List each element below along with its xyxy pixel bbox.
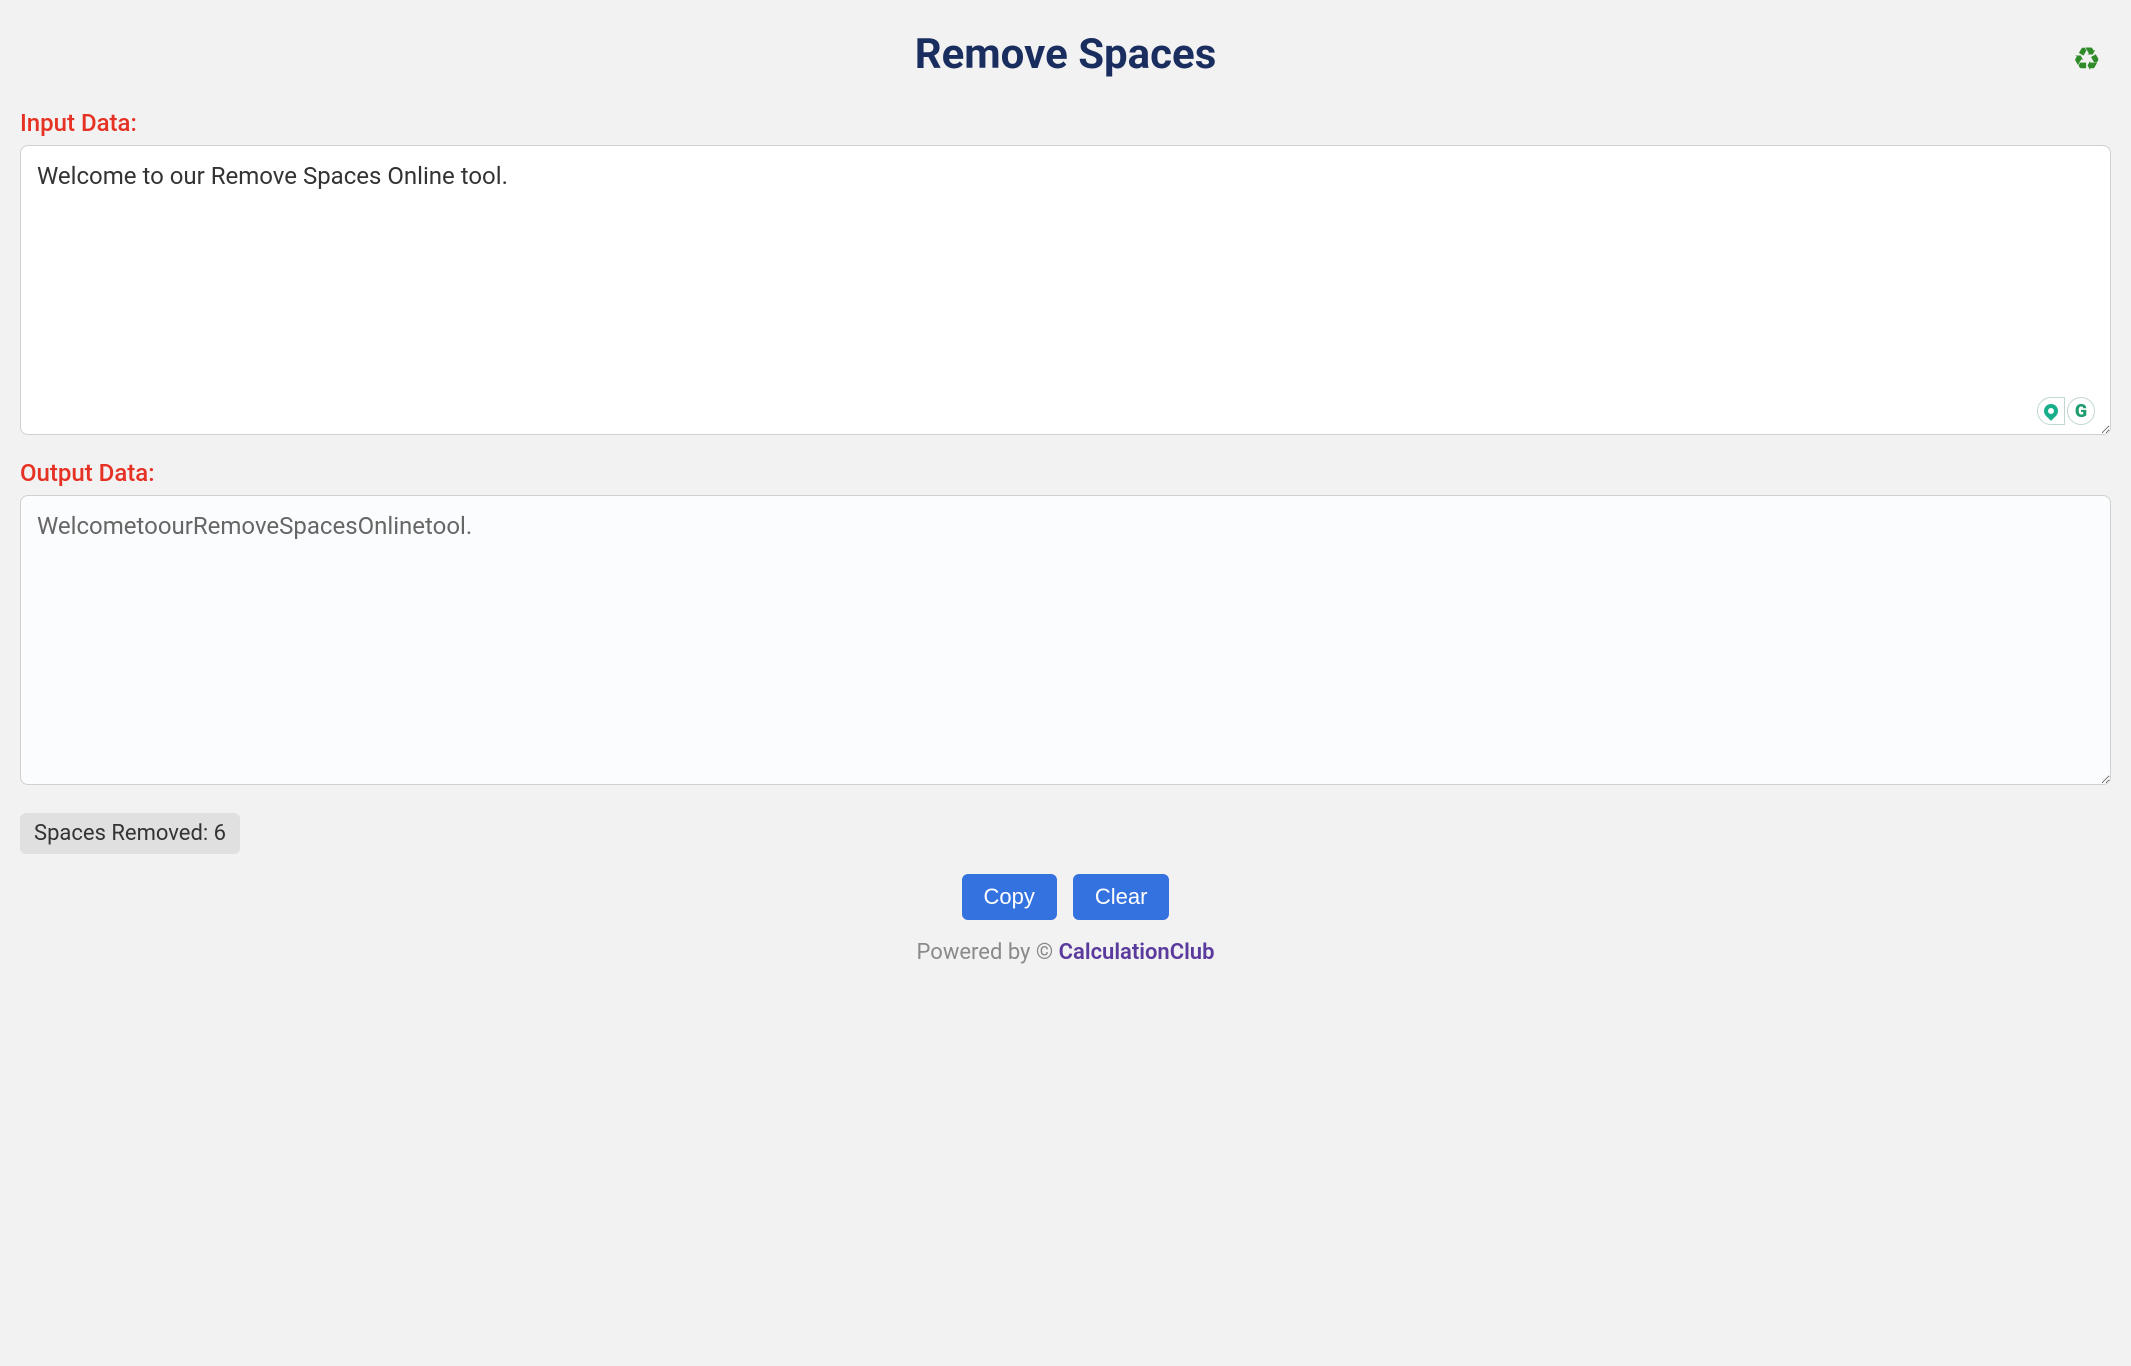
output-wrapper: [20, 495, 2111, 789]
extension-badges: G: [2037, 397, 2095, 425]
copy-button[interactable]: Copy: [962, 874, 1057, 920]
input-label: Input Data:: [20, 109, 2111, 137]
input-textarea[interactable]: [20, 145, 2111, 435]
output-label: Output Data:: [20, 459, 2111, 487]
clear-button[interactable]: Clear: [1073, 874, 1170, 920]
page-title: Remove Spaces: [20, 30, 2111, 79]
output-textarea[interactable]: [20, 495, 2111, 785]
status-badge: Spaces Removed: 6: [20, 813, 240, 854]
footer-brand-link[interactable]: CalculationClub: [1059, 940, 1215, 965]
recycle-icon[interactable]: ♻: [2072, 40, 2101, 78]
button-row: Copy Clear: [20, 874, 2111, 920]
grammarly-icon[interactable]: G: [2067, 397, 2095, 425]
assistant-badge-icon[interactable]: [2037, 397, 2065, 425]
app-container: ♻ Remove Spaces Input Data: G Output Dat…: [20, 30, 2111, 965]
input-wrapper: G: [20, 145, 2111, 439]
footer-text: Powered by ©: [917, 940, 1059, 965]
footer: Powered by © CalculationClub: [20, 940, 2111, 965]
